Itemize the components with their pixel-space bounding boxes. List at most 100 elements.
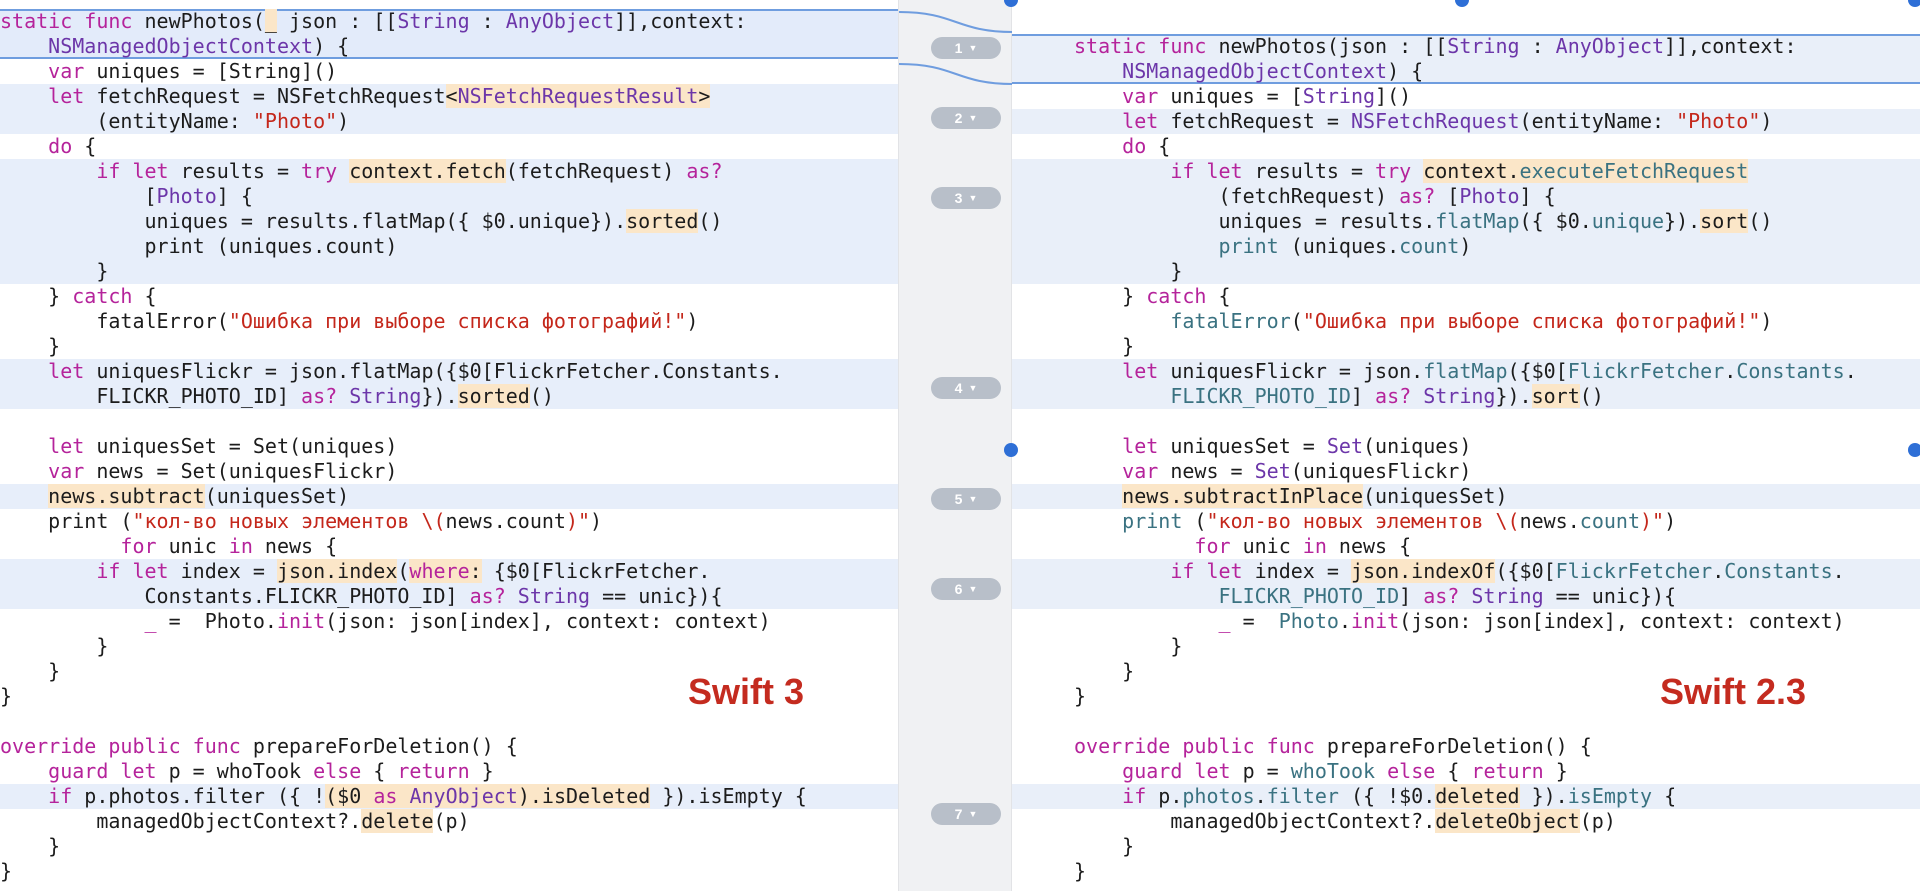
code-line[interactable]: var uniques = [String]() — [0, 59, 898, 84]
diff-marker-button[interactable]: 5 ▼ — [931, 488, 1001, 510]
chevron-down-icon: ▼ — [968, 494, 978, 504]
code-line[interactable]: for unic in news { — [0, 534, 898, 559]
code-line[interactable]: uniques = results.flatMap({ $0.unique}).… — [1012, 209, 1920, 234]
code-line[interactable]: let uniquesFlickr = json.flatMap({$0[Fli… — [0, 359, 898, 384]
code-line[interactable]: if p.photos.filter ({ !($0 as AnyObject)… — [0, 784, 898, 809]
code-line[interactable]: var uniques = [String]() — [1012, 84, 1920, 109]
code-line[interactable] — [1012, 409, 1920, 434]
code-line[interactable] — [1012, 709, 1920, 734]
code-token: : — [469, 9, 506, 33]
code-line[interactable]: FLICKR_PHOTO_ID] as? String}).sort() — [1012, 384, 1920, 409]
code-token: . — [1832, 559, 1845, 583]
code-line[interactable]: news.subtractInPlace(uniquesSet) — [1012, 484, 1920, 509]
code-line[interactable] — [0, 409, 898, 434]
code-token: "Photo" — [1676, 109, 1761, 133]
code-token: "Ошибка при выборе списка фотографий!" — [1302, 309, 1761, 333]
code-token: ({$0[ — [1507, 359, 1568, 383]
code-token: (fetchRequest) — [1074, 184, 1400, 208]
code-line[interactable]: var news = Set(uniquesFlickr) — [1012, 459, 1920, 484]
code-line[interactable]: let fetchRequest = NSFetchRequest<NSFetc… — [0, 84, 898, 109]
code-token: index = — [1242, 559, 1351, 583]
code-line[interactable]: managedObjectContext?.deleteObject(p) — [1012, 809, 1920, 834]
code-token: } — [1074, 634, 1183, 658]
code-line[interactable]: do { — [0, 134, 898, 159]
code-line[interactable]: let uniquesFlickr = json.flatMap({$0[Fli… — [1012, 359, 1920, 384]
code-line[interactable]: FLICKR_PHOTO_ID] as? String}).sorted() — [0, 384, 898, 409]
code-line[interactable]: if p.photos.filter ({ !$0.deleted }).isE… — [1012, 784, 1920, 809]
code-line[interactable]: print ("кол-во новых элементов \(news.co… — [1012, 509, 1920, 534]
code-line[interactable]: } — [0, 334, 898, 359]
code-line[interactable] — [1012, 9, 1920, 34]
code-line[interactable] — [0, 709, 898, 734]
code-token: { — [1435, 759, 1472, 783]
code-line[interactable]: if let index = json.index(where: {$0[Fli… — [0, 559, 898, 584]
code-line[interactable]: (entityName: "Photo") — [0, 109, 898, 134]
code-line[interactable]: do { — [1012, 134, 1920, 159]
code-line[interactable]: NSManagedObjectContext) { — [0, 34, 898, 59]
code-line[interactable]: news.subtract(uniquesSet) — [0, 484, 898, 509]
code-token: p = whoTook — [156, 759, 314, 783]
code-line[interactable]: fatalError("Ошибка при выборе списка фот… — [0, 309, 898, 334]
diff-marker-button[interactable]: 7 ▼ — [931, 803, 1001, 825]
diff-marker-button[interactable]: 1 ▼ — [931, 37, 1001, 59]
code-line[interactable]: } — [1012, 334, 1920, 359]
code-line[interactable]: if let results = try context.executeFetc… — [1012, 159, 1920, 184]
code-line[interactable]: (fetchRequest) as? [Photo] { — [1012, 184, 1920, 209]
diff-marker-number: 5 — [954, 491, 963, 507]
code-line[interactable]: print (uniques.count) — [1012, 234, 1920, 259]
code-token: init — [276, 609, 326, 633]
code-line[interactable]: } — [1012, 834, 1920, 859]
code-token: = — [1230, 609, 1279, 633]
right-editor-pane[interactable]: static func newPhotos(json : [[String : … — [1012, 0, 1920, 891]
code-line[interactable]: FLICKR_PHOTO_ID] as? String == unic}){ — [1012, 584, 1920, 609]
code-token: deleteObject — [1435, 809, 1580, 833]
code-line[interactable]: } — [1012, 634, 1920, 659]
code-line[interactable]: Constants.FLICKR_PHOTO_ID] as? String ==… — [0, 584, 898, 609]
code-line[interactable]: static func newPhotos(_ json : [[String … — [0, 9, 898, 34]
code-line[interactable]: _ = Photo.init(json: json[index], contex… — [1012, 609, 1920, 634]
code-line[interactable]: if let index = json.indexOf({$0[FlickrFe… — [1012, 559, 1920, 584]
code-line[interactable]: } — [1012, 259, 1920, 284]
code-line[interactable]: override public func prepareForDeletion(… — [1012, 734, 1920, 759]
code-line[interactable]: let fetchRequest = NSFetchRequest(entity… — [1012, 109, 1920, 134]
code-line[interactable]: _ = Photo.init(json: json[index], contex… — [0, 609, 898, 634]
left-editor-pane[interactable]: static func newPhotos(_ json : [[String … — [0, 0, 898, 891]
code-token: String — [1471, 584, 1544, 608]
code-line[interactable]: fatalError("Ошибка при выборе списка фот… — [1012, 309, 1920, 334]
code-line[interactable]: print (uniques.count) — [0, 234, 898, 259]
code-line[interactable]: NSManagedObjectContext) { — [1012, 59, 1920, 84]
code-line[interactable]: } — [0, 634, 898, 659]
code-line[interactable]: if let results = try context.fetch(fetch… — [0, 159, 898, 184]
code-line[interactable]: for unic in news { — [1012, 534, 1920, 559]
code-line[interactable]: guard let p = whoTook else { return } — [0, 759, 898, 784]
code-line[interactable]: } — [1012, 859, 1920, 884]
code-line[interactable]: override public func prepareForDeletion(… — [0, 734, 898, 759]
code-line[interactable]: let uniquesSet = Set(uniques) — [1012, 434, 1920, 459]
code-token: ({ $0. — [1519, 209, 1592, 233]
diff-marker-button[interactable]: 3 ▼ — [931, 187, 1001, 209]
code-line[interactable]: var news = Set(uniquesFlickr) — [0, 459, 898, 484]
code-line[interactable]: } catch { — [0, 284, 898, 309]
code-line[interactable]: print ("кол-во новых элементов \(news.co… — [0, 509, 898, 534]
code-line[interactable]: [Photo] { — [0, 184, 898, 209]
code-line[interactable]: let uniquesSet = Set(uniques) — [0, 434, 898, 459]
code-line[interactable]: managedObjectContext?.delete(p) — [0, 809, 898, 834]
code-line[interactable]: uniques = results.flatMap({ $0.unique}).… — [0, 209, 898, 234]
diff-marker-button[interactable]: 2 ▼ — [931, 107, 1001, 129]
code-line[interactable]: } — [0, 834, 898, 859]
code-line[interactable]: static func newPhotos(json : [[String : … — [1012, 34, 1920, 59]
code-token: . — [1844, 359, 1857, 383]
code-line[interactable]: guard let p = whoTook else { return } — [1012, 759, 1920, 784]
code-token: (uniquesSet) — [204, 484, 350, 508]
right-scroll-handle[interactable] — [1908, 443, 1920, 457]
code-line[interactable]: } — [0, 859, 898, 884]
diff-marker-button[interactable]: 6 ▼ — [931, 578, 1001, 600]
code-token: ) — [1760, 309, 1773, 333]
code-token: } — [1074, 834, 1135, 858]
left-scroll-handle[interactable] — [1004, 443, 1018, 457]
diff-marker-button[interactable]: 4 ▼ — [931, 377, 1001, 399]
code-line[interactable]: } — [0, 259, 898, 284]
code-line[interactable]: } catch { — [1012, 284, 1920, 309]
code-token: executeFetchRequest — [1519, 159, 1749, 183]
